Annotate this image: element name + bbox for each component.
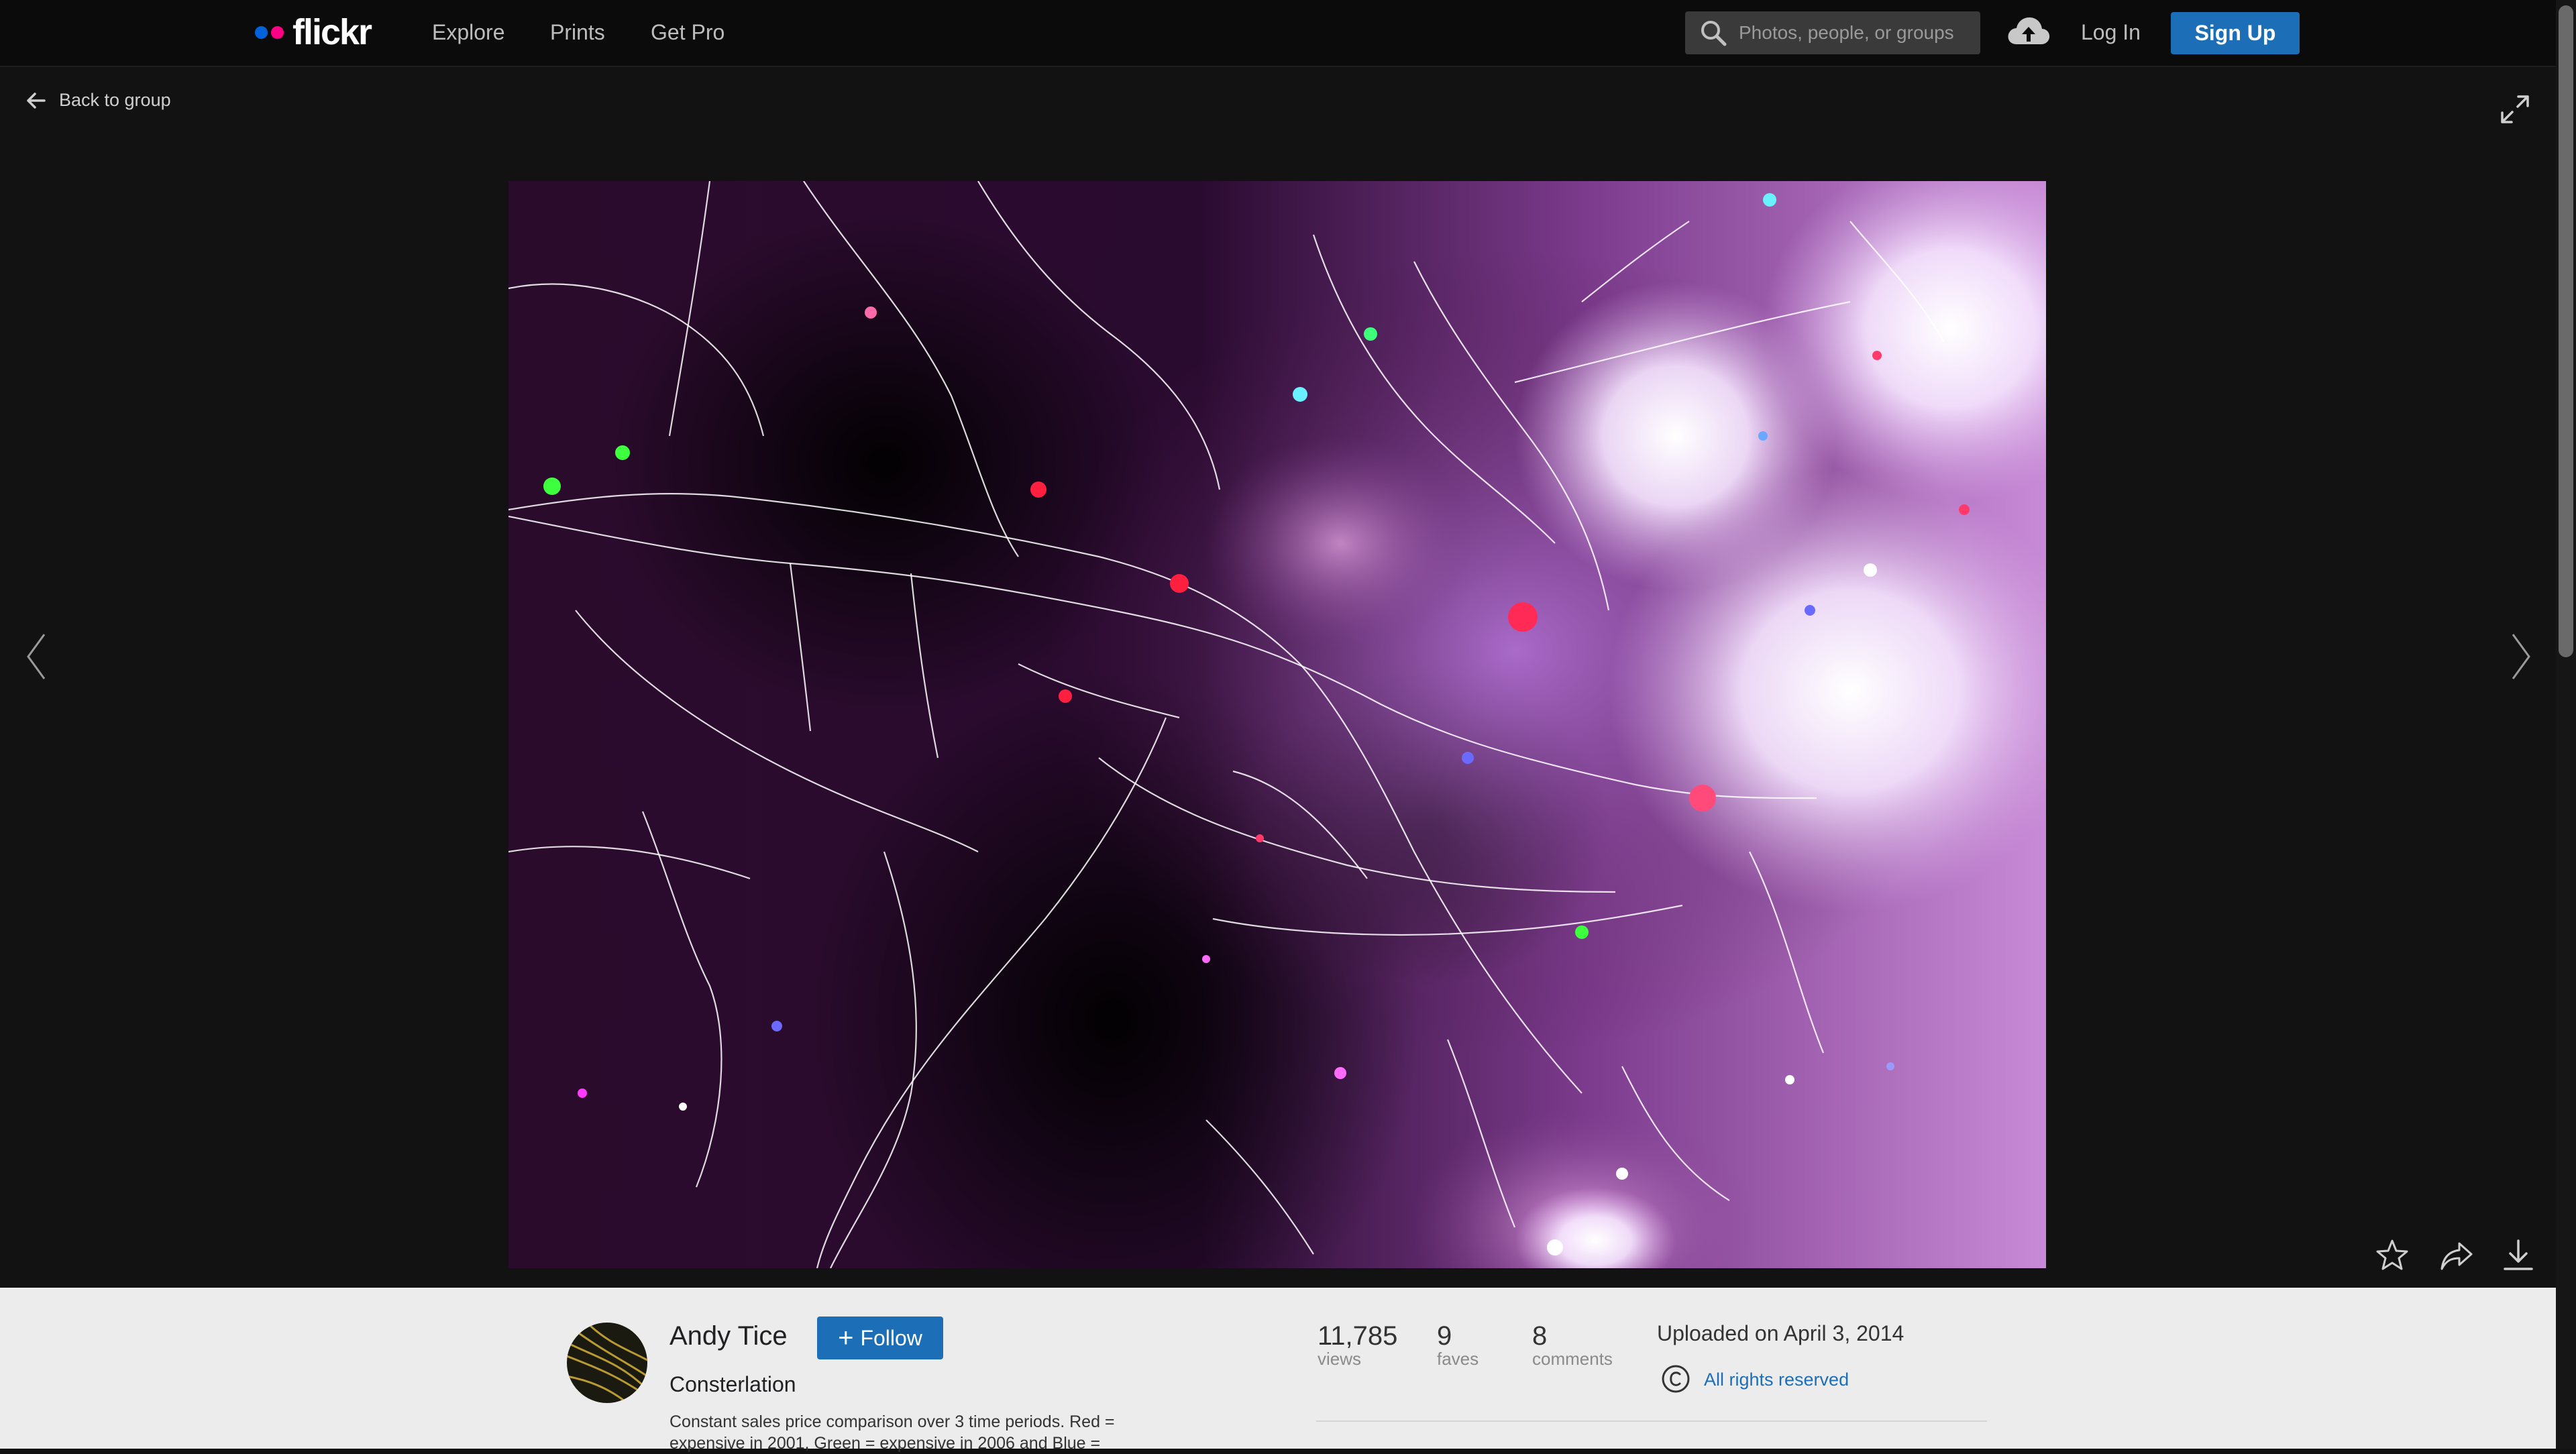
avatar[interactable]: [567, 1323, 647, 1403]
copyright-icon: [1662, 1365, 1690, 1393]
cloud-upload-icon[interactable]: [2006, 13, 2051, 51]
nav-prints[interactable]: Prints: [550, 20, 605, 45]
main-photo[interactable]: [508, 181, 2046, 1268]
stat-views-label: views: [1318, 1349, 1362, 1369]
back-to-group-label: Back to group: [59, 90, 171, 110]
stat-views: 11,785 views: [1318, 1321, 1397, 1369]
stat-faves-label: faves: [1437, 1349, 1479, 1369]
expand-icon[interactable]: [2500, 94, 2530, 125]
photo-description: Constant sales price comparison over 3 t…: [669, 1412, 1115, 1453]
stat-comments: 8 comments: [1532, 1321, 1613, 1369]
photo-info-panel: [0, 1288, 2556, 1449]
search-input[interactable]: [1737, 21, 1980, 44]
star-icon[interactable]: [2373, 1237, 2411, 1274]
nav-explore[interactable]: Explore: [432, 20, 505, 45]
stat-comments-value: 8: [1532, 1321, 1548, 1351]
chevron-right-icon[interactable]: [2509, 632, 2533, 681]
stat-faves-value: 9: [1437, 1321, 1452, 1351]
login-link[interactable]: Log In: [2081, 20, 2141, 45]
stat-views-value: 11,785: [1318, 1321, 1398, 1351]
follow-label: Follow: [860, 1325, 922, 1350]
back-to-group-link[interactable]: Back to group: [25, 90, 171, 111]
chevron-left-icon[interactable]: [24, 632, 48, 681]
share-icon[interactable]: [2438, 1237, 2475, 1274]
divider: [1316, 1420, 1987, 1422]
heatmap-image: [508, 181, 2046, 1268]
nav-get-pro[interactable]: Get Pro: [651, 20, 724, 45]
follow-button[interactable]: + Follow: [817, 1317, 943, 1359]
download-icon[interactable]: [2500, 1237, 2537, 1274]
sign-up-button[interactable]: Sign Up: [2171, 12, 2300, 54]
top-navigation-bar: flickr Explore Prints Get Pro Log In Sig…: [0, 0, 2576, 67]
scrollbar-thumb[interactable]: [2559, 5, 2573, 657]
stat-comments-label: comments: [1532, 1349, 1613, 1369]
search-box[interactable]: [1685, 11, 1980, 54]
flickr-logo[interactable]: flickr: [255, 12, 372, 52]
photo-title: Consterlation: [669, 1372, 796, 1396]
stat-faves: 9 faves: [1437, 1321, 1479, 1369]
plus-icon: +: [838, 1323, 854, 1353]
logo-blue-dot: [255, 25, 268, 39]
logo-wordmark: flickr: [292, 12, 372, 52]
author-name[interactable]: Andy Tice: [669, 1321, 788, 1351]
search-icon: [1701, 21, 1727, 46]
avatar-image: [567, 1323, 647, 1403]
upload-date: Uploaded on April 3, 2014: [1657, 1321, 1904, 1345]
logo-pink-dot: [271, 25, 284, 39]
arrow-left-icon: [27, 92, 46, 109]
license-link[interactable]: All rights reserved: [1704, 1369, 1849, 1390]
